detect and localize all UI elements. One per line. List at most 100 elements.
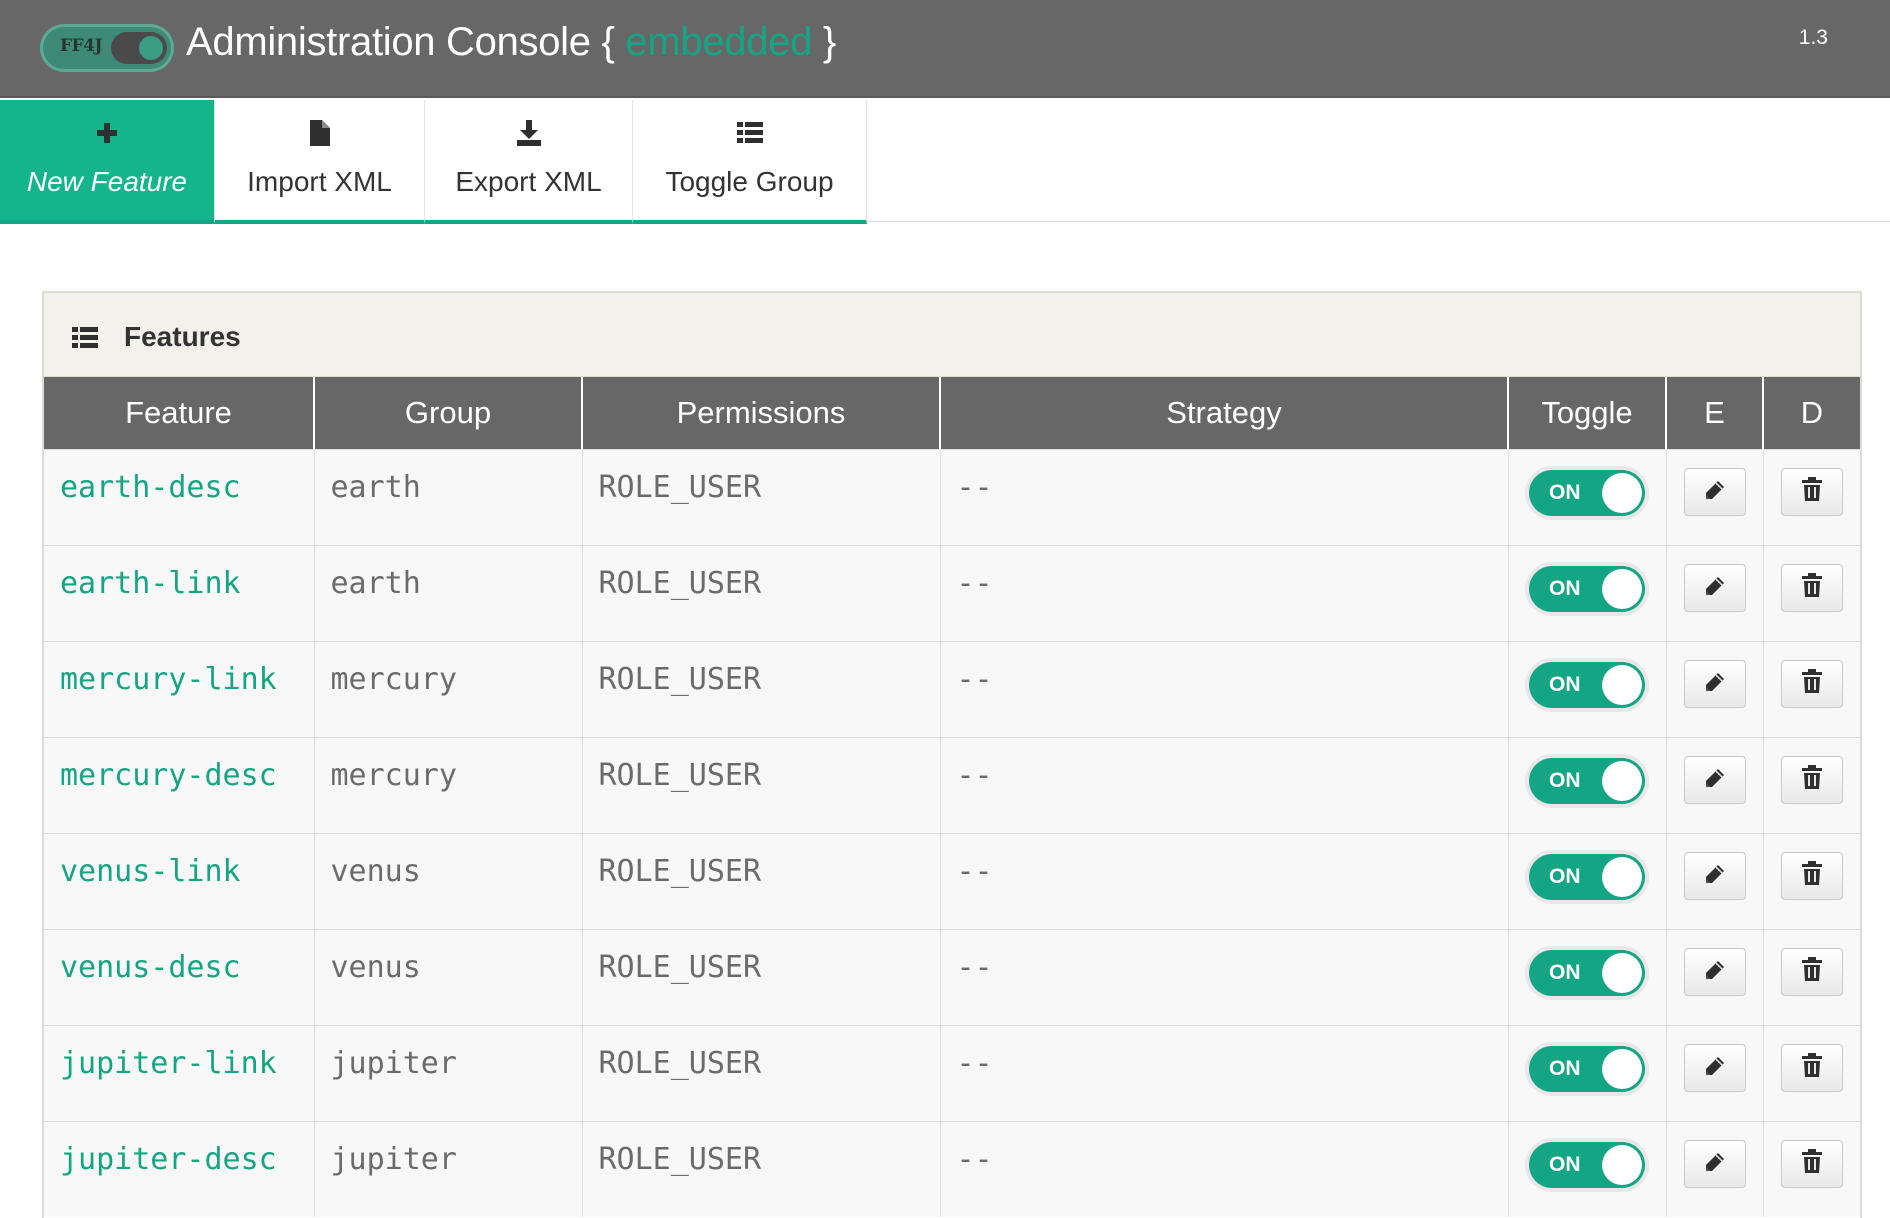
edit-button[interactable] <box>1683 563 1746 612</box>
toggle-knob <box>1602 568 1642 609</box>
group-value: earth <box>330 565 421 601</box>
feature-toggle-switch[interactable]: ON <box>1529 853 1645 900</box>
download-icon <box>425 118 632 148</box>
trash-icon <box>1801 1050 1822 1085</box>
column-header-toggle[interactable]: Toggle <box>1508 377 1667 449</box>
feature-toggle-switch[interactable]: ON <box>1529 757 1645 804</box>
group-value: mercury <box>330 757 457 793</box>
import-xml-button[interactable]: Import XML <box>215 100 425 224</box>
edit-button[interactable] <box>1683 755 1746 804</box>
feature-name-link[interactable]: jupiter-desc <box>44 1122 314 1177</box>
column-header-strategy[interactable]: Strategy <box>940 377 1509 449</box>
delete-button[interactable] <box>1780 563 1843 612</box>
strategy-value: -- <box>956 1045 993 1081</box>
group-cell: venus <box>314 832 583 929</box>
strategy-value: -- <box>956 1141 993 1177</box>
features-panel: Features Feature Group Permissions Strat… <box>42 291 1862 1218</box>
feature-toggle-switch[interactable]: ON <box>1529 565 1645 612</box>
delete-button[interactable] <box>1780 755 1843 804</box>
edit-button[interactable] <box>1683 1139 1746 1188</box>
delete-cell <box>1763 736 1860 833</box>
edit-cell <box>1666 832 1764 929</box>
column-header-delete[interactable]: D <box>1763 377 1860 449</box>
delete-button[interactable] <box>1780 947 1843 996</box>
toggle-cell: ON <box>1508 448 1667 545</box>
edit-button[interactable] <box>1683 851 1746 900</box>
pencil-icon <box>1704 1146 1726 1181</box>
strategy-cell: -- <box>940 640 1509 737</box>
column-header-group[interactable]: Group <box>314 377 583 449</box>
strategy-cell: -- <box>940 832 1509 929</box>
strategy-value: -- <box>956 853 993 889</box>
delete-button[interactable] <box>1780 659 1843 708</box>
permissions-value: ROLE_USER <box>598 469 762 505</box>
feature-name-link[interactable]: earth-link <box>44 546 314 601</box>
new-feature-button[interactable]: New Feature <box>0 100 215 224</box>
trash-icon <box>1801 666 1822 701</box>
pencil-icon <box>1704 762 1726 797</box>
toggle-state-label: ON <box>1549 960 1581 984</box>
delete-button[interactable] <box>1780 467 1843 516</box>
pencil-icon <box>1704 474 1726 509</box>
table-row: venus-link venus ROLE_USER -- ON <box>44 832 1860 929</box>
edit-button[interactable] <box>1683 1043 1746 1092</box>
app-title-text: Administration Console { <box>186 20 626 64</box>
toggle-knob <box>1602 952 1642 993</box>
delete-button[interactable] <box>1780 851 1843 900</box>
table-row: venus-desc venus ROLE_USER -- ON <box>44 928 1860 1025</box>
toggle-group-button[interactable]: Toggle Group <box>633 100 867 224</box>
strategy-value: -- <box>956 757 993 793</box>
table-row: jupiter-desc jupiter ROLE_USER -- ON <box>44 1120 1860 1217</box>
feature-toggle-switch[interactable]: ON <box>1529 1141 1645 1188</box>
edit-cell <box>1666 928 1764 1025</box>
feature-cell: venus-desc <box>44 928 315 1025</box>
column-header-feature[interactable]: Feature <box>44 377 315 449</box>
feature-cell: earth-link <box>44 544 315 641</box>
strategy-value: -- <box>956 949 993 985</box>
export-xml-button[interactable]: Export XML <box>425 100 633 224</box>
permissions-cell: ROLE_USER <box>582 1024 941 1121</box>
edit-button[interactable] <box>1683 659 1746 708</box>
table-body: earth-desc earth ROLE_USER -- ON earth-l… <box>44 448 1860 1217</box>
pencil-icon <box>1704 666 1726 701</box>
strategy-cell: -- <box>940 928 1509 1025</box>
column-header-edit[interactable]: E <box>1666 377 1764 449</box>
feature-toggle-switch[interactable]: ON <box>1529 949 1645 996</box>
column-header-permissions[interactable]: Permissions <box>582 377 941 449</box>
feature-cell: mercury-desc <box>44 736 315 833</box>
feature-name-link[interactable]: venus-link <box>44 834 314 889</box>
group-value: jupiter <box>330 1045 457 1081</box>
group-value: jupiter <box>330 1141 457 1177</box>
toggle-cell: ON <box>1508 1024 1667 1121</box>
toggle-knob <box>1602 1144 1642 1185</box>
edit-button[interactable] <box>1683 947 1746 996</box>
trash-icon <box>1801 474 1822 509</box>
group-cell: earth <box>314 544 583 641</box>
feature-name-link[interactable]: venus-desc <box>44 930 314 985</box>
edit-button[interactable] <box>1683 467 1746 516</box>
feature-name-link[interactable]: jupiter-link <box>44 1026 314 1081</box>
feature-cell: jupiter-link <box>44 1024 315 1121</box>
app-title-close: } <box>812 20 836 64</box>
toggle-knob <box>1602 664 1642 705</box>
panel-header: Features <box>44 293 1860 377</box>
strategy-cell: -- <box>940 1024 1509 1121</box>
permissions-cell: ROLE_USER <box>582 640 941 737</box>
feature-toggle-switch[interactable]: ON <box>1529 469 1645 516</box>
features-table: Feature Group Permissions Strategy Toggl… <box>44 377 1860 1217</box>
ff4j-logo[interactable]: FF4J <box>40 24 174 72</box>
feature-toggle-switch[interactable]: ON <box>1529 1045 1645 1092</box>
export-xml-label: Export XML <box>455 166 602 197</box>
permissions-cell: ROLE_USER <box>582 448 941 545</box>
feature-name-link[interactable]: mercury-desc <box>44 738 314 793</box>
pencil-icon <box>1704 954 1726 989</box>
feature-name-link[interactable]: earth-desc <box>44 450 314 505</box>
toggle-knob <box>1602 856 1642 897</box>
table-row: jupiter-link jupiter ROLE_USER -- ON <box>44 1024 1860 1121</box>
feature-name-link[interactable]: mercury-link <box>44 642 314 697</box>
delete-button[interactable] <box>1780 1139 1843 1188</box>
app-mode: embedded <box>625 20 813 64</box>
delete-button[interactable] <box>1780 1043 1843 1092</box>
permissions-value: ROLE_USER <box>598 565 762 601</box>
feature-toggle-switch[interactable]: ON <box>1529 661 1645 708</box>
